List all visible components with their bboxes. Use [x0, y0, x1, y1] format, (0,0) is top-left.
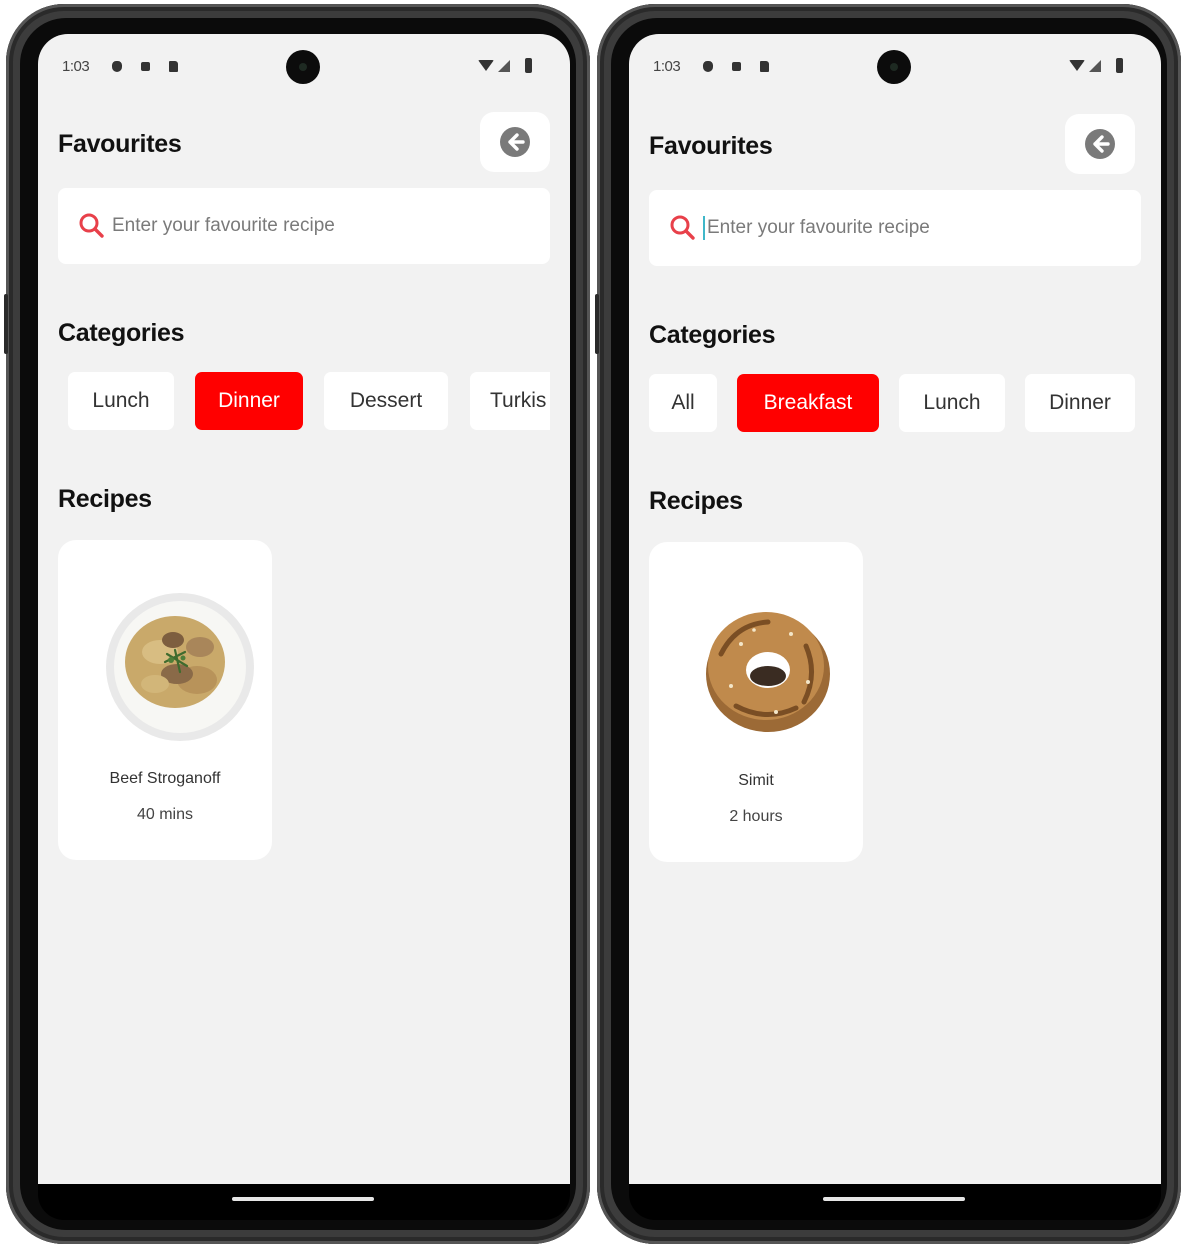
favourites-screen: 1:03 Favourites Categories — [629, 34, 1161, 1184]
status-time: 1:03 — [62, 58, 90, 75]
recipes-title: Recipes — [649, 487, 743, 515]
search-icon — [79, 213, 104, 238]
arrow-left-circle-icon — [1085, 129, 1115, 159]
page-title: Favourites — [649, 132, 773, 160]
recipe-name: Beef Stroganoff — [109, 770, 221, 787]
category-chip-lunch[interactable]: Lunch — [899, 374, 1005, 432]
search-icon — [670, 215, 695, 240]
home-indicator[interactable] — [823, 1197, 965, 1201]
wifi-icon — [478, 60, 494, 71]
recipe-card-beef-stroganoff[interactable]: Beef Stroganoff 40 mins — [58, 540, 272, 860]
recipe-time: 2 hours — [729, 808, 783, 825]
category-chip-dessert[interactable]: Dessert — [324, 372, 448, 430]
page-title: Favourites — [58, 130, 182, 158]
status-bar: 1:03 — [629, 34, 1161, 96]
recipe-name: Simit — [738, 772, 774, 789]
category-chip-all[interactable]: All — [649, 374, 717, 432]
shield-icon — [112, 61, 122, 72]
categories-title: Categories — [649, 321, 776, 349]
phone-side-button — [595, 294, 599, 354]
recipe-card-simit[interactable]: Simit 2 hours — [649, 542, 863, 862]
categories-title: Categories — [58, 319, 185, 347]
signal-icon — [498, 60, 510, 72]
status-time: 1:03 — [653, 58, 681, 75]
navigation-bar — [38, 1184, 570, 1220]
category-chips: All Breakfast Lunch Dinner — [649, 374, 1141, 434]
favourites-screen: 1:03 Favourites Categories Lunch — [38, 34, 570, 1184]
recipe-time: 40 mins — [136, 806, 194, 823]
search-bar[interactable] — [649, 190, 1141, 266]
back-button[interactable] — [480, 112, 550, 172]
status-bar: 1:03 — [38, 34, 570, 96]
home-indicator[interactable] — [232, 1197, 374, 1201]
back-button[interactable] — [1065, 114, 1135, 174]
search-input[interactable] — [707, 212, 1117, 244]
phone-side-button — [4, 294, 8, 354]
front-camera — [877, 50, 911, 84]
phone-frame-left: 1:03 Favourites Categories Lunch — [4, 4, 590, 1244]
search-bar[interactable] — [58, 188, 550, 264]
category-chip-dinner[interactable]: Dinner — [1025, 374, 1135, 432]
notification-icon — [141, 62, 150, 71]
notification-icon — [732, 62, 741, 71]
category-chip-lunch[interactable]: Lunch — [68, 372, 174, 430]
recipes-title: Recipes — [58, 485, 152, 513]
search-input[interactable] — [112, 210, 522, 242]
category-chip-dinner[interactable]: Dinner — [195, 372, 303, 430]
front-camera — [286, 50, 320, 84]
shield-icon — [703, 61, 713, 72]
phone-frame-right: 1:03 Favourites Categories — [595, 4, 1181, 1244]
arrow-left-circle-icon — [500, 127, 530, 157]
beef-stroganoff-image — [106, 593, 254, 741]
navigation-bar — [629, 1184, 1161, 1220]
text-cursor — [703, 216, 705, 240]
sim-card-icon — [169, 61, 178, 72]
category-chips: Lunch Dinner Dessert Turkis — [58, 372, 550, 432]
simit-image — [706, 612, 830, 732]
signal-icon — [1089, 60, 1101, 72]
wifi-icon — [1069, 60, 1085, 71]
category-chip-turkish[interactable]: Turkis — [470, 372, 550, 430]
battery-icon — [525, 58, 532, 73]
battery-icon — [1116, 58, 1123, 73]
sim-card-icon — [760, 61, 769, 72]
category-chip-breakfast[interactable]: Breakfast — [737, 374, 879, 432]
